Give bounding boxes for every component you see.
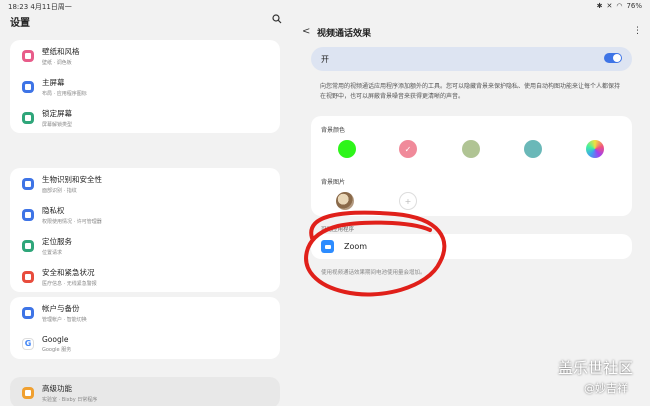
settings-item-title: 主屏幕 — [42, 77, 65, 87]
background-card — [311, 116, 632, 216]
settings-item-title: 锁定屏幕 — [42, 108, 72, 118]
zoom-app-icon — [321, 240, 334, 253]
color-swatch[interactable]: ✓ — [399, 140, 417, 158]
settings-item[interactable]: 安全和紧急状况 医疗信息 · 无线紧急警报 — [10, 261, 280, 292]
more-options-icon[interactable]: ⋮ — [633, 26, 642, 36]
settings-item-subtitle: 面部识别 · 指纹 — [42, 187, 77, 194]
settings-item[interactable]: 隐私权权限使用情况 · 许可管理器 — [10, 199, 280, 230]
search-icon[interactable] — [272, 14, 282, 24]
feature-description: 向您常用的视频通话应用程序添加额外的工具。您可以隐藏背景来保护隐私、使用自动构图… — [320, 83, 621, 100]
master-switch[interactable] — [604, 53, 622, 63]
settings-item-icon — [22, 208, 34, 221]
color-swatch[interactable] — [338, 140, 356, 158]
status-bar: 18:23 4月11日周一 ✱ ✕ ◠ 76% — [0, 0, 650, 12]
back-icon[interactable]: < — [302, 26, 310, 37]
settings-item-subtitle: Google 服务 — [42, 346, 72, 353]
settings-group: 生物识别和安全性 面部识别 · 指纹 隐私权 权限使用情况 · 许可管理器 定位服务 位置… — [10, 168, 280, 292]
status-time: 18:23 4月11日周一 — [8, 3, 72, 11]
wifi-icon: ◠ — [616, 2, 623, 10]
toggle-label: 开 — [321, 54, 329, 64]
background-color-label: 背景颜色 — [321, 127, 346, 134]
settings-item-title: 生物识别和安全性 — [42, 174, 102, 184]
settings-item[interactable]: 生物识别和安全性 面部识别 · 指纹 — [10, 168, 280, 199]
settings-item-subtitle: 布局 · 应用程序图标 — [42, 90, 87, 97]
settings-group: 高级功能实验室 · Bixby 日常程序 — [10, 377, 280, 406]
settings-item[interactable]: 壁纸和风格壁纸 · 调色板 — [10, 40, 280, 71]
battery-note: 使用视频通话效果期间电池使用量会增加。 — [321, 270, 426, 276]
settings-item-subtitle: 医疗信息 · 无线紧急警报 — [42, 280, 97, 287]
settings-item-subtitle: 位置请求 — [42, 249, 63, 256]
settings-title: 设置 — [10, 18, 30, 29]
settings-group: 帐户与备份管理帐户 · 智能切换 G Google Google 服务 — [10, 297, 280, 359]
app-row-zoom[interactable]: Zoom — [311, 234, 632, 259]
color-swatch[interactable] — [524, 140, 542, 158]
mute-icon: ✕ — [606, 2, 613, 10]
color-swatch[interactable] — [462, 140, 480, 158]
settings-item-subtitle: 权限使用情况 · 许可管理器 — [42, 218, 102, 225]
settings-item-icon — [22, 177, 34, 190]
settings-item-title: 定位服务 — [42, 236, 72, 246]
settings-item-icon — [22, 80, 34, 93]
settings-item-icon — [22, 270, 34, 283]
settings-item-icon — [22, 111, 34, 124]
settings-item-subtitle: 管理帐户 · 智能切换 — [42, 316, 87, 323]
settings-item-title: 安全和紧急状况 — [42, 267, 95, 277]
settings-item-title: 隐私权 — [42, 205, 65, 215]
settings-item-icon — [22, 386, 34, 399]
settings-item-title: 高级功能 — [42, 383, 72, 393]
bluetooth-icon: ✱ — [596, 2, 603, 10]
master-toggle-row[interactable]: 开 — [311, 47, 632, 71]
settings-item-icon — [22, 239, 34, 252]
status-icons: ✱ ✕ ◠ 76% — [597, 2, 642, 10]
settings-item-title: 壁纸和风格 — [42, 46, 80, 56]
app-name: Zoom — [344, 242, 368, 251]
watermark-community: 盖乐世社区 — [558, 359, 634, 377]
settings-item-icon — [22, 49, 34, 62]
available-apps-label: 可用应用程序 — [321, 227, 355, 233]
settings-item-subtitle: 壁纸 · 调色板 — [42, 59, 72, 66]
color-swatch[interactable] — [586, 140, 604, 158]
settings-item[interactable]: 定位服务 位置请求 — [10, 230, 280, 261]
background-image-thumbnail[interactable] — [336, 192, 354, 210]
settings-item-subtitle: 屏幕解锁类型 — [42, 121, 73, 128]
settings-item-title: 帐户与备份 — [42, 303, 80, 313]
settings-group: 壁纸和风格壁纸 · 调色板 主屏幕布局 · 应用程序图标 锁定屏幕屏幕解锁类型 — [10, 40, 280, 133]
settings-item-subtitle: 实验室 · Bixby 日常程序 — [42, 396, 98, 403]
settings-item[interactable]: 主屏幕布局 · 应用程序图标 — [10, 71, 280, 102]
watermark-author: @妙吉祥 — [584, 382, 628, 395]
battery-level: 76% — [626, 2, 642, 10]
settings-item[interactable]: 锁定屏幕屏幕解锁类型 — [10, 102, 280, 133]
settings-item-title: Google — [42, 334, 69, 344]
settings-item[interactable]: 帐户与备份管理帐户 · 智能切换 — [10, 297, 280, 328]
background-image-label: 背景图片 — [321, 179, 346, 186]
add-image-button[interactable]: + — [399, 192, 417, 210]
settings-item-icon — [22, 306, 34, 319]
settings-item[interactable]: 高级功能实验室 · Bixby 日常程序 — [10, 377, 280, 406]
settings-item[interactable]: G Google Google 服务 — [10, 328, 280, 359]
settings-item-icon: G — [22, 337, 34, 350]
page-title: 视频通话效果 — [317, 29, 372, 39]
